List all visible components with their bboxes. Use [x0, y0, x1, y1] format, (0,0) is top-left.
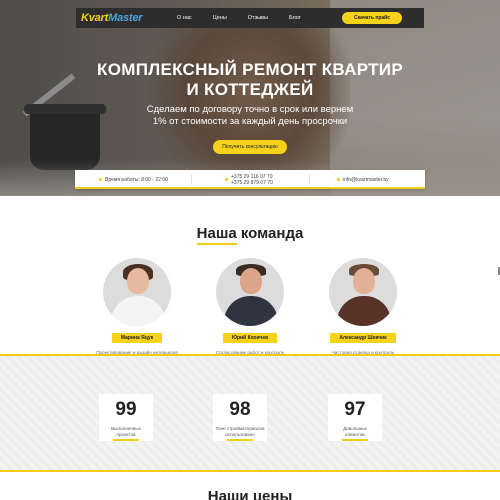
- phone-icon: [225, 178, 228, 181]
- nav-link-reviews[interactable]: Отзывы: [248, 15, 268, 21]
- team-member-name: Юрий Кохичев: [222, 333, 278, 343]
- prices-section-title: Наши цены: [207, 488, 293, 500]
- team-member-photo: [329, 258, 397, 326]
- logo-text: Kvart: [81, 12, 109, 24]
- logo-accent-text: Master: [108, 12, 143, 24]
- mail-icon: [337, 178, 340, 181]
- stat-card: 98 Тонн стройматериалов использовано: [214, 394, 266, 437]
- stat-value: 99: [115, 399, 137, 420]
- email: info@kvartmaster.by: [337, 170, 389, 189]
- team-title-underlined: Наша: [196, 225, 237, 245]
- clock-icon: [99, 178, 102, 181]
- hero-title-line1: КОМПЛЕКСНЫЙ РЕМОНТ КВАРТИР: [97, 60, 403, 79]
- team-member-name: Александр Шевчик: [330, 333, 396, 343]
- working-hours-text: Время работы: 8:00 - 22:00: [105, 176, 168, 183]
- team-member-name: Марина Яцук: [111, 333, 163, 343]
- consultation-button[interactable]: Получить консультацию: [213, 140, 287, 154]
- stat-label-line: клиентов: [345, 431, 365, 437]
- stat-value: 98: [229, 399, 251, 420]
- hero-title: КОМПЛЕКСНЫЙ РЕМОНТ КВАРТИР И КОТТЕДЖЕЙ: [0, 60, 500, 100]
- head-shape: [353, 268, 375, 294]
- phones: +375 29 116 07 70 +375 29 879 07 70: [225, 170, 273, 189]
- stat-label: Довольных клиентов: [329, 426, 381, 437]
- hero-subtitle: Сделаем по договору точно в срок или вер…: [0, 104, 500, 128]
- stat-accent-line: [342, 439, 368, 441]
- hero-subtitle-line2: 1% от стоимости за каждый день просрочки: [152, 116, 348, 127]
- body-shape: [111, 296, 165, 326]
- stat-accent-line: [227, 439, 253, 441]
- download-price-button[interactable]: Скачать прайс: [342, 12, 402, 24]
- hero-subtitle-line1: Сделаем по договору точно в срок или вер…: [146, 104, 354, 115]
- body-shape: [337, 296, 391, 326]
- working-hours: Время работы: 8:00 - 22:00: [99, 170, 168, 189]
- team-member-photo: [103, 258, 171, 326]
- top-navigation: KvartMaster О нас Цены Отзывы Блог Скача…: [76, 8, 424, 28]
- email-link[interactable]: info@kvartmaster.by: [343, 177, 389, 183]
- team-member-card: Марина Яцук Проектирование и дизайн инте…: [82, 258, 192, 356]
- nav-link-blog[interactable]: Блог: [289, 15, 301, 21]
- stat-label-line: Тонн стройматериалов: [215, 426, 265, 431]
- stat-card: 97 Довольных клиентов: [329, 394, 381, 437]
- stat-label: Выполненных проектов: [100, 426, 152, 437]
- nav-link-about[interactable]: О нас: [177, 15, 192, 21]
- stat-label-line: проектов: [116, 431, 136, 437]
- contact-info-bar: Время работы: 8:00 - 22:00 +375 29 116 0…: [75, 170, 425, 189]
- divider: [191, 174, 192, 185]
- divider: [309, 174, 310, 185]
- team-title-rest: команда: [236, 225, 304, 242]
- stat-label: Тонн стройматериалов использовано: [214, 426, 266, 437]
- nav-links: О нас Цены Отзывы Блог: [169, 15, 322, 21]
- head-shape: [127, 268, 149, 294]
- stat-value: 97: [344, 399, 366, 420]
- head-shape: [240, 268, 262, 294]
- phone-2[interactable]: +375 29 879 07 70: [231, 180, 273, 186]
- hero-title-line2: И КОТТЕДЖЕЙ: [186, 80, 314, 99]
- team-member-photo: [216, 258, 284, 326]
- stat-label-line: использовано: [225, 431, 255, 437]
- stat-accent-line: [113, 439, 139, 441]
- nav-link-prices[interactable]: Цены: [213, 15, 227, 21]
- team-member-card: Юрий Кохичев Согласование работ и контро…: [195, 258, 305, 362]
- phone-list: +375 29 116 07 70 +375 29 879 07 70: [231, 174, 273, 186]
- team-member-card: Александр Шевчик Чистовая отделка и конт…: [308, 258, 418, 362]
- team-section-title: Наша команда: [0, 225, 500, 245]
- logo[interactable]: KvartMaster: [76, 12, 169, 24]
- stat-card: 99 Выполненных проектов: [100, 394, 152, 437]
- body-shape: [224, 296, 278, 326]
